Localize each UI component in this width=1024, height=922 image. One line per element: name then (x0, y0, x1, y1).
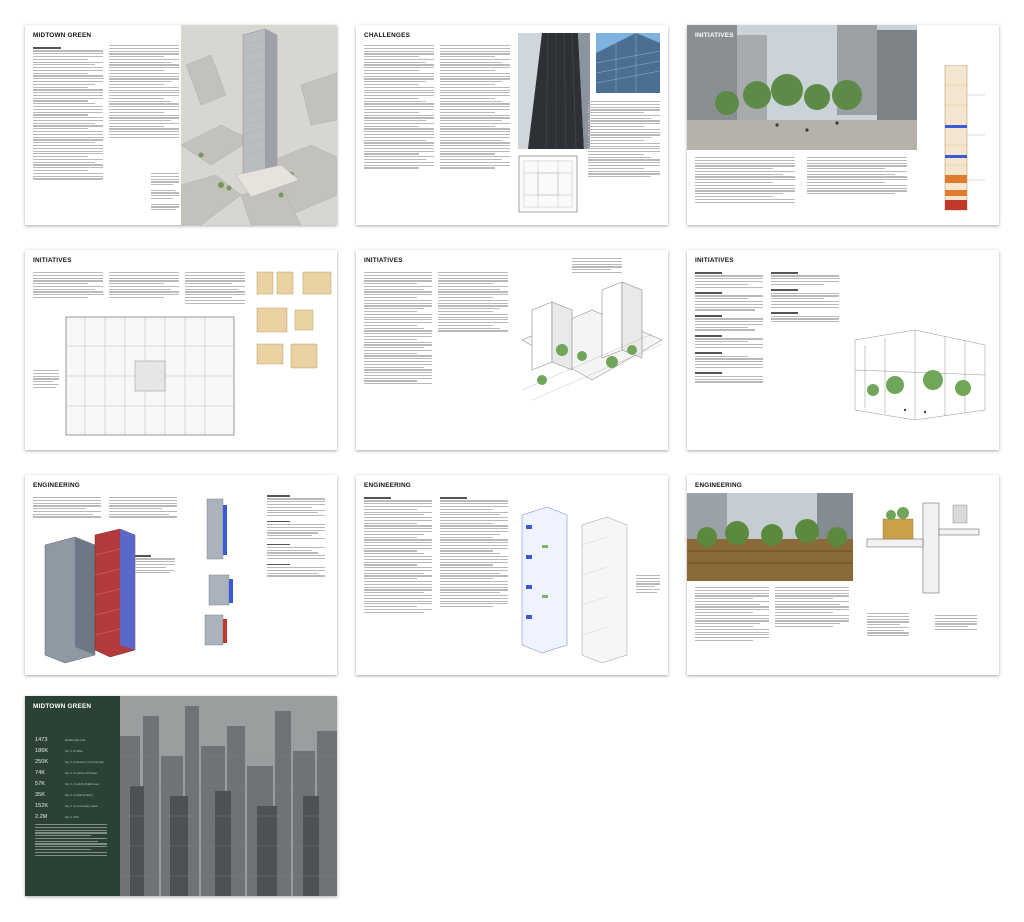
spread-right-page (181, 475, 337, 675)
typical-floor-plan (65, 316, 235, 436)
spread-engineering-detail[interactable]: ENGINEERING (687, 475, 999, 675)
stat-value: 2.2M (35, 814, 48, 820)
body-text-column (807, 157, 907, 196)
annotation-text (267, 495, 325, 578)
body-text-column (33, 497, 101, 519)
body-text-column (364, 45, 434, 170)
spread-challenges[interactable]: CHALLENGES (356, 25, 668, 225)
spread-title: CHALLENGES (364, 32, 411, 39)
summary-body-text (35, 824, 107, 857)
spread-engineering-towers[interactable]: ENGINEERING (356, 475, 668, 675)
structural-core-diagrams (204, 498, 233, 646)
spread-title: ENGINEERING (33, 482, 80, 489)
annotation-text (135, 555, 175, 575)
unit-plans (256, 271, 332, 369)
spread-engineering-structure[interactable]: ENGINEERING (25, 475, 337, 675)
structural-model-diagram (44, 528, 136, 664)
body-text-column (695, 272, 763, 384)
stat-row: 2.2M Sq. ft. GFA (35, 805, 79, 823)
body-text-column (572, 258, 622, 275)
spread-initiatives-street[interactable]: INITIATIVES (687, 25, 999, 225)
floor-plan-drawing (518, 155, 578, 213)
perspective-sketch (854, 329, 986, 421)
plan-legend (33, 370, 59, 389)
tower-section-diagram (944, 65, 985, 211)
isometric-street-drawing (521, 281, 662, 401)
body-text-column (775, 587, 849, 629)
spread-left-page: INITIATIVES (687, 250, 843, 450)
body-text-column (771, 272, 839, 324)
stat-label: Sq. ft. GFA (65, 815, 79, 819)
body-text-column (185, 272, 245, 305)
facade-planting-rendering (687, 493, 853, 581)
detail-legend (935, 615, 977, 632)
spread-title: ENGINEERING (364, 482, 411, 489)
body-text-column (438, 272, 508, 333)
spread-left-page: INITIATIVES (687, 25, 999, 225)
body-text-column (109, 45, 179, 140)
detail-legend (867, 613, 909, 638)
spread-right-page (843, 250, 999, 450)
body-text-column (364, 272, 432, 386)
summary-title: MIDTOWN GREEN (33, 703, 92, 710)
facade-photo (596, 33, 660, 93)
spread-left-page: ENGINEERING (687, 475, 999, 675)
spread-title: ENGINEERING (695, 482, 742, 489)
body-text-column (440, 497, 508, 609)
spread-right-page (512, 250, 668, 450)
body-text-column (109, 272, 179, 300)
spread-summary-stats[interactable]: MIDTOWN GREEN 1473 Residential units 186K… (25, 696, 337, 896)
spread-title: INITIATIVES (695, 32, 734, 39)
spread-title: INITIATIVES (364, 257, 403, 264)
spread-left-page: MIDTOWN GREEN (25, 25, 181, 225)
diagram-legend (636, 575, 660, 594)
body-text-column (33, 272, 103, 300)
spread-title: INITIATIVES (33, 257, 72, 264)
body-text-column (695, 587, 769, 643)
spread-initiatives-sketch[interactable]: INITIATIVES (687, 250, 999, 450)
spread-left-page: ENGINEERING (356, 475, 512, 675)
spread-left-page: INITIATIVES (356, 250, 512, 450)
spread-left-page: CHALLENGES (356, 25, 512, 225)
body-text-column (33, 47, 103, 181)
annotation-text (151, 173, 179, 212)
spread-initiatives-isometric[interactable]: INITIATIVES (356, 250, 668, 450)
spread-left-page: INITIATIVES (25, 250, 337, 450)
aerial-tower-render (181, 25, 337, 225)
body-text-column (440, 45, 510, 170)
spread-right-page (181, 25, 337, 225)
spread-initiatives-plans[interactable]: INITIATIVES (25, 250, 337, 450)
spread-left-page: ENGINEERING (25, 475, 181, 675)
body-text-column (588, 101, 660, 179)
spread-right-page (512, 25, 668, 225)
spread-title: MIDTOWN GREEN (33, 32, 92, 39)
section-detail-drawing (866, 502, 980, 594)
spread-midtown-green[interactable]: MIDTOWN GREEN (25, 25, 337, 225)
spread-right-page (512, 475, 668, 675)
glass-tower-photo (518, 33, 590, 149)
street-rendering (687, 25, 917, 150)
body-text-column (695, 157, 795, 204)
spread-title: INITIATIVES (695, 257, 734, 264)
body-text-column (109, 497, 177, 519)
body-text-column (364, 497, 432, 614)
